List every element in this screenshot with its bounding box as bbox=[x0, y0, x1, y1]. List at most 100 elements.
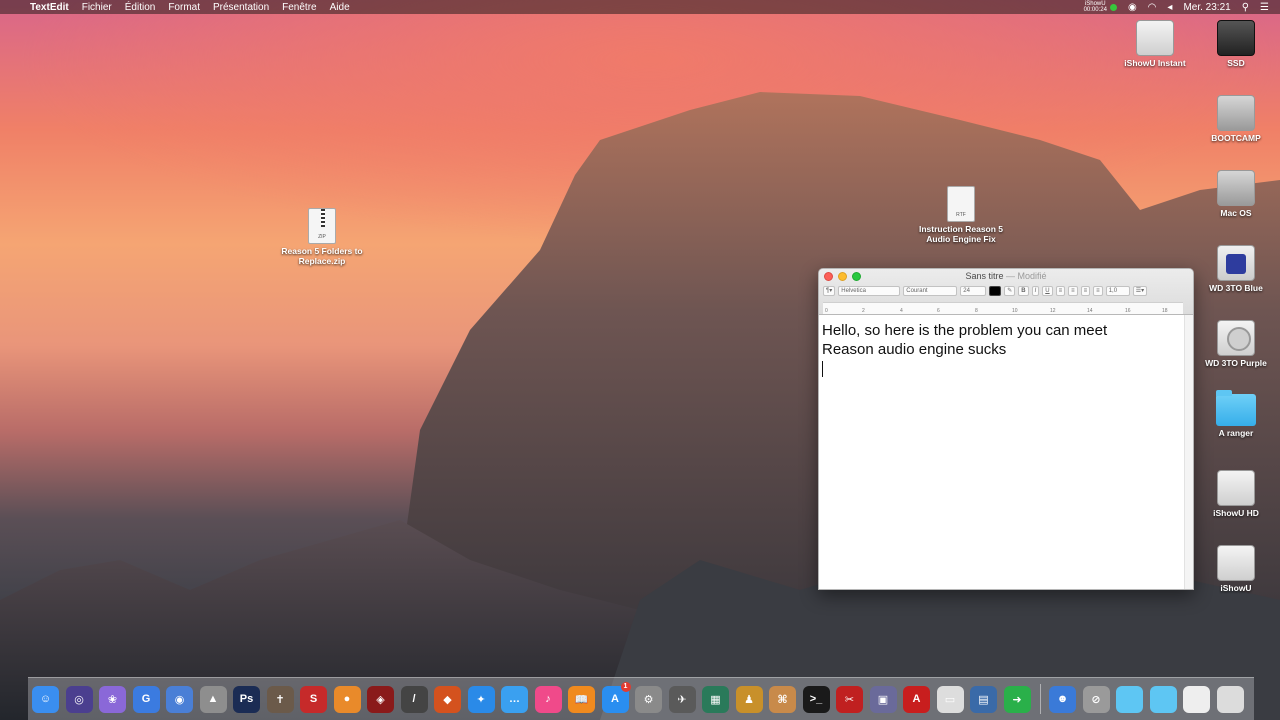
itunes-icon[interactable]: ♪ bbox=[534, 685, 562, 713]
app-icon[interactable]: ✝ bbox=[266, 685, 294, 713]
align-left-button[interactable]: ≡ bbox=[1055, 286, 1066, 296]
wifi-icon[interactable]: ◠ bbox=[1148, 2, 1157, 13]
menu-fichier[interactable]: Fichier bbox=[82, 2, 112, 13]
window-title: Sans titre — Modifié bbox=[965, 271, 1047, 281]
text-editor[interactable]: Hello, so here is the problem you can me… bbox=[822, 321, 1183, 579]
app-icon[interactable]: ▲ bbox=[199, 685, 227, 713]
menu-aide[interactable]: Aide bbox=[330, 2, 350, 13]
external-drive-icon bbox=[1217, 470, 1255, 506]
ibooks-icon[interactable]: 📖 bbox=[568, 685, 595, 713]
list-style-button[interactable]: ☰▾ bbox=[1132, 286, 1148, 296]
app-icon[interactable]: / bbox=[400, 685, 428, 713]
app-icon[interactable]: ✂ bbox=[836, 685, 863, 713]
modified-status[interactable]: — Modifié bbox=[1006, 271, 1047, 281]
document-icon[interactable] bbox=[1183, 685, 1210, 713]
italic-button[interactable]: I bbox=[1031, 286, 1040, 296]
align-center-button[interactable]: ≡ bbox=[1068, 286, 1078, 296]
app-icon[interactable]: ❀ bbox=[99, 685, 126, 713]
volume-bootcamp[interactable]: BOOTCAMP bbox=[1191, 95, 1280, 143]
internal-drive-icon bbox=[1217, 170, 1255, 206]
volume-wd-3to-purple[interactable]: WD 3TO Purple bbox=[1191, 320, 1280, 368]
textedit-window[interactable]: Sans titre — Modifié ¶▾ Helvetica Couran… bbox=[818, 268, 1194, 590]
nvidia-icon[interactable]: ◉ bbox=[1128, 2, 1137, 13]
trash-icon[interactable] bbox=[1216, 685, 1244, 713]
app-icon[interactable]: ⊘ bbox=[1082, 685, 1110, 713]
ruler[interactable]: 0 2 4 6 8 10 12 14 16 18 bbox=[823, 302, 1183, 314]
internal-drive-icon bbox=[1217, 95, 1255, 131]
folder-a-ranger[interactable]: A ranger bbox=[1191, 390, 1280, 438]
menu-fenetre[interactable]: Fenêtre bbox=[282, 2, 316, 13]
notification-center-icon[interactable]: ☰ bbox=[1260, 2, 1269, 13]
volume-mac-os[interactable]: Mac OS bbox=[1191, 170, 1280, 218]
text-color-swatch[interactable] bbox=[989, 286, 1002, 296]
app-icon[interactable]: S bbox=[300, 685, 327, 713]
volume-icon[interactable]: ◂ bbox=[1167, 2, 1172, 13]
folder-icon[interactable] bbox=[1149, 685, 1177, 713]
desktop-file-label: Reason 5 Folders to Replace.zip bbox=[281, 246, 363, 266]
app-icon[interactable]: ▤ bbox=[970, 685, 997, 713]
font-style-select[interactable]: Courant bbox=[903, 286, 958, 296]
text-line[interactable]: Reason audio engine sucks bbox=[822, 340, 1183, 359]
desktop-file-zip[interactable]: ZIP Reason 5 Folders to Replace.zip bbox=[277, 208, 367, 266]
rtf-file-icon: RTF bbox=[947, 186, 975, 222]
align-justify-button[interactable]: ≡ bbox=[1093, 286, 1103, 296]
recording-indicator-icon bbox=[1109, 3, 1117, 11]
external-drive-icon bbox=[1217, 545, 1255, 581]
volume-ishowu-instant[interactable]: iShowU Instant bbox=[1110, 20, 1200, 68]
app-icon[interactable]: ♟ bbox=[735, 685, 763, 713]
siri-icon[interactable]: ◎ bbox=[65, 685, 93, 713]
app-icon[interactable]: ➜ bbox=[1003, 685, 1031, 713]
ishowu-recording-status[interactable]: iShowU 00:00:24 bbox=[1084, 1, 1107, 13]
photoshop-icon[interactable]: Ps bbox=[233, 685, 260, 713]
text-caret bbox=[822, 361, 823, 377]
app-icon[interactable]: A bbox=[903, 685, 930, 713]
paragraph-styles-button[interactable]: ¶▾ bbox=[823, 286, 836, 296]
app-icon[interactable]: ▣ bbox=[869, 685, 897, 713]
app-store-icon[interactable]: A1 bbox=[601, 681, 631, 713]
text-line[interactable]: Hello, so here is the problem you can me… bbox=[822, 321, 1183, 340]
app-icon[interactable]: ▭ bbox=[936, 685, 964, 713]
system-preferences-icon[interactable]: ⚙ bbox=[635, 685, 662, 713]
folder-icon bbox=[1216, 390, 1256, 426]
desktop-file-label: Instruction Reason 5 Audio Engine Fix bbox=[918, 224, 1004, 244]
finder-icon[interactable]: ☺ bbox=[32, 685, 59, 713]
app-icon[interactable]: ▦ bbox=[702, 685, 729, 713]
font-size-field[interactable]: 24 bbox=[960, 286, 987, 296]
volume-ishowu-hd[interactable]: iShowU HD bbox=[1191, 470, 1280, 518]
safari-icon[interactable]: ✦ bbox=[467, 685, 495, 713]
volume-ssd[interactable]: SSD bbox=[1191, 20, 1280, 68]
volume-ishowu[interactable]: iShowU bbox=[1191, 545, 1280, 593]
menubar-clock[interactable]: Mer. 23:21 bbox=[1183, 2, 1230, 13]
window-titlebar[interactable]: Sans titre — Modifié ¶▾ Helvetica Couran… bbox=[819, 269, 1193, 315]
menu-bar: TextEdit Fichier Édition Format Présenta… bbox=[0, 0, 1280, 14]
spotlight-search-icon[interactable]: ⚲ bbox=[1242, 2, 1249, 13]
desktop-file-rtf[interactable]: RTF Instruction Reason 5 Audio Engine Fi… bbox=[916, 186, 1006, 244]
menu-edition[interactable]: Édition bbox=[125, 2, 156, 13]
app-icon[interactable]: G bbox=[132, 685, 160, 713]
format-bar: ¶▾ Helvetica Courant 24 ✎ B I U ≡ ≡ ≡ ≡ … bbox=[823, 285, 1189, 297]
app-icon[interactable]: ◆ bbox=[434, 685, 461, 713]
app-icon[interactable]: ⌘ bbox=[769, 685, 796, 713]
messages-icon[interactable]: … bbox=[501, 685, 528, 713]
app-icon[interactable]: ◈ bbox=[367, 685, 394, 713]
bold-button[interactable]: B bbox=[1018, 286, 1029, 296]
terminal-icon[interactable]: >_ bbox=[802, 685, 830, 713]
line-spacing-select[interactable]: 1,0 bbox=[1105, 286, 1130, 296]
menu-presentation[interactable]: Présentation bbox=[213, 2, 269, 13]
font-family-select[interactable]: Helvetica bbox=[838, 286, 901, 296]
vertical-scrollbar[interactable] bbox=[1184, 315, 1193, 589]
app-menu[interactable]: TextEdit bbox=[30, 2, 69, 13]
folder-icon[interactable] bbox=[1116, 685, 1143, 713]
volume-wd-3to-blue[interactable]: WD 3TO Blue bbox=[1191, 245, 1280, 293]
menu-format[interactable]: Format bbox=[168, 2, 200, 13]
underline-button[interactable]: U bbox=[1042, 286, 1053, 296]
external-drive-icon bbox=[1217, 245, 1255, 281]
app-icon[interactable]: ◉ bbox=[166, 685, 193, 713]
app-icon[interactable]: ✈ bbox=[668, 685, 696, 713]
align-right-button[interactable]: ≡ bbox=[1080, 286, 1091, 296]
external-drive-icon bbox=[1136, 20, 1174, 56]
blender-icon[interactable]: ● bbox=[333, 685, 361, 713]
highlight-color-swatch[interactable]: ✎ bbox=[1004, 286, 1016, 296]
downloads-icon[interactable]: ☻ bbox=[1049, 685, 1076, 713]
notification-badge: 1 bbox=[620, 681, 631, 692]
